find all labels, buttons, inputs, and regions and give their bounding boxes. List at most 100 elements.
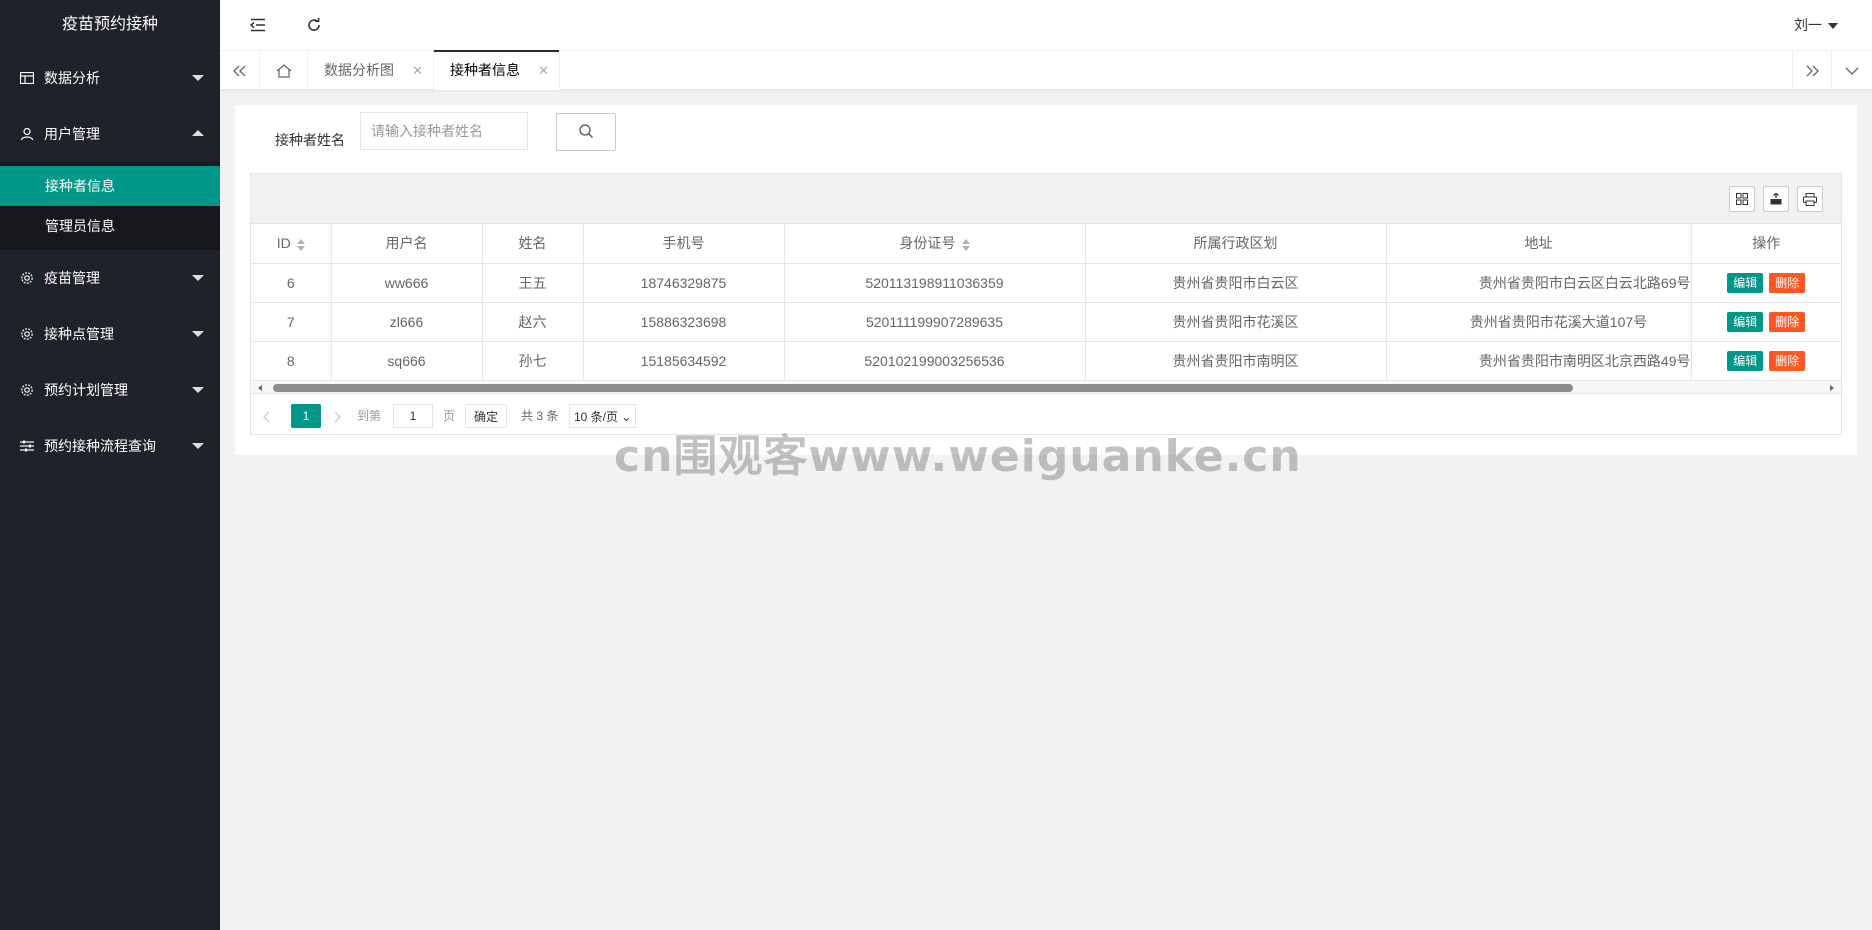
table-row: 8 sq666 孙七 15185634592 52010219900325653… — [251, 341, 1841, 381]
chevron-down-icon — [192, 275, 204, 281]
prev-page-icon[interactable] — [263, 404, 271, 428]
table-toolbar — [251, 174, 1841, 224]
search-input[interactable] — [360, 112, 528, 150]
cell-region: 贵州省贵阳市白云区 — [1085, 263, 1387, 303]
next-page-icon[interactable] — [333, 404, 341, 428]
chevron-down-icon — [192, 331, 204, 337]
column-header-name: 姓名 — [482, 224, 584, 264]
column-header-phone: 手机号 — [583, 224, 785, 264]
cell-username: ww666 — [331, 263, 483, 303]
chevron-up-icon — [192, 130, 204, 136]
horizontal-scrollbar[interactable] — [251, 382, 1841, 394]
main-content: 接种者姓名 ID 用户名 姓名 — [235, 105, 1857, 455]
delete-button[interactable]: 删除 — [1769, 272, 1806, 293]
sidebar-item-data-analysis[interactable]: 数据分析 — [0, 50, 220, 106]
tab-label: 数据分析图 — [324, 62, 394, 78]
tab-label: 接种者信息 — [450, 62, 520, 78]
cell-phone: 15185634592 — [583, 341, 785, 381]
sidebar-item-plan-management[interactable]: 预约计划管理 — [0, 362, 220, 418]
cell-id: 6 — [251, 263, 332, 303]
sidebar-item-label: 接种点管理 — [44, 326, 114, 342]
sidebar-item-site-management[interactable]: 接种点管理 — [0, 306, 220, 362]
cell-idcard: 520111199907289635 — [784, 302, 1086, 342]
scrollbar-thumb[interactable] — [273, 384, 1573, 392]
top-header: 刘一 — [220, 0, 1872, 50]
watermark-text: cn围观客www.weiguanke.cn — [614, 431, 1302, 482]
cell-id: 7 — [251, 302, 332, 342]
edit-button[interactable]: 编辑 — [1727, 350, 1764, 371]
page-unit-label: 页 — [443, 409, 456, 423]
search-icon — [578, 123, 594, 142]
chevron-down-icon — [192, 443, 204, 449]
tabs-scroll-left-icon[interactable] — [220, 51, 260, 90]
scroll-left-arrow-icon[interactable] — [258, 385, 262, 391]
tab-data-analysis-chart[interactable]: 数据分析图 ✕ — [308, 51, 434, 90]
chevron-down-icon — [1828, 23, 1838, 30]
cell-region: 贵州省贵阳市花溪区 — [1085, 302, 1387, 342]
sort-icon[interactable] — [296, 238, 305, 251]
cell-phone: 15886323698 — [583, 302, 785, 342]
data-table-container: ID 用户名 姓名 手机号 身份证号 所属行政区划 地址 操作 6 ww666 … — [250, 173, 1842, 435]
sort-icon[interactable] — [961, 238, 970, 251]
cell-actions: 编辑 删除 — [1691, 341, 1841, 381]
sidebar-item-process-query[interactable]: 预约接种流程查询 — [0, 418, 220, 474]
gear-icon — [19, 362, 35, 418]
columns-filter-icon[interactable] — [1729, 186, 1755, 212]
cell-address: 贵州省贵阳市花溪大道107号 — [1386, 302, 1692, 342]
home-icon[interactable] — [260, 51, 308, 90]
delete-button[interactable]: 删除 — [1769, 311, 1806, 332]
sidebar-item-user-management[interactable]: 用户管理 — [0, 106, 220, 162]
column-header-idcard[interactable]: 身份证号 — [784, 224, 1086, 264]
edit-button[interactable]: 编辑 — [1727, 311, 1764, 332]
edit-button[interactable]: 编辑 — [1727, 272, 1764, 293]
page-current[interactable]: 1 — [291, 404, 321, 428]
sidebar-subitem-vaccinee-info[interactable]: 接种者信息 — [0, 166, 220, 206]
chevron-down-icon — [192, 75, 204, 81]
sidebar-item-label: 数据分析 — [44, 70, 100, 86]
close-icon[interactable]: ✕ — [538, 51, 549, 90]
sidebar-item-label: 用户管理 — [44, 126, 100, 142]
sidebar-item-label: 疫苗管理 — [44, 270, 100, 286]
column-header-actions: 操作 — [1691, 224, 1841, 264]
delete-button[interactable]: 删除 — [1769, 350, 1806, 371]
tab-vaccinee-info[interactable]: 接种者信息 ✕ — [434, 50, 560, 90]
cell-region: 贵州省贵阳市南明区 — [1085, 341, 1387, 381]
goto-label: 到第 — [357, 409, 382, 423]
gear-icon — [19, 250, 35, 306]
cell-id: 8 — [251, 341, 332, 381]
cell-username: zl666 — [331, 302, 483, 342]
chevron-down-icon — [192, 387, 204, 393]
column-header-address: 地址 — [1386, 224, 1692, 264]
menu-collapse-icon[interactable] — [247, 14, 269, 36]
close-icon[interactable]: ✕ — [412, 51, 423, 90]
cell-name: 王五 — [482, 263, 584, 303]
column-header-region: 所属行政区划 — [1085, 224, 1387, 264]
cell-address: 贵州省贵阳市南明区北京西路49号 — [1386, 341, 1692, 381]
cell-idcard: 520113198911036359 — [784, 263, 1086, 303]
tabs-scroll-right-icon[interactable] — [1792, 51, 1832, 90]
cell-idcard: 520102199003256536 — [784, 341, 1086, 381]
refresh-icon[interactable] — [303, 14, 325, 36]
column-header-id[interactable]: ID — [251, 224, 332, 264]
goto-page-input[interactable] — [393, 404, 433, 428]
table-row: 6 ww666 王五 18746329875 52011319891103635… — [251, 263, 1841, 303]
total-count: 共 3 条 — [521, 409, 559, 423]
export-icon[interactable] — [1763, 186, 1789, 212]
sidebar-item-label: 预约接种流程查询 — [44, 438, 156, 454]
goto-confirm-button[interactable]: 确定 — [465, 404, 508, 428]
cell-username: sq666 — [331, 341, 483, 381]
search-button[interactable] — [556, 113, 616, 151]
print-icon[interactable] — [1797, 186, 1823, 212]
app-logo-title[interactable]: 疫苗预约接种 — [0, 0, 220, 50]
sliders-icon — [19, 418, 35, 474]
column-header-username: 用户名 — [331, 224, 483, 264]
user-management-submenu: 接种者信息 管理员信息 — [0, 162, 220, 250]
sidebar-subitem-admin-info[interactable]: 管理员信息 — [0, 206, 220, 246]
tabs-dropdown-icon[interactable] — [1832, 51, 1872, 90]
user-icon — [19, 106, 35, 162]
user-name: 刘一 — [1794, 17, 1822, 33]
sidebar-item-label: 预约计划管理 — [44, 382, 128, 398]
sidebar-item-vaccine-management[interactable]: 疫苗管理 — [0, 250, 220, 306]
scroll-right-arrow-icon[interactable] — [1830, 385, 1834, 391]
user-menu[interactable]: 刘一 — [1794, 0, 1838, 50]
